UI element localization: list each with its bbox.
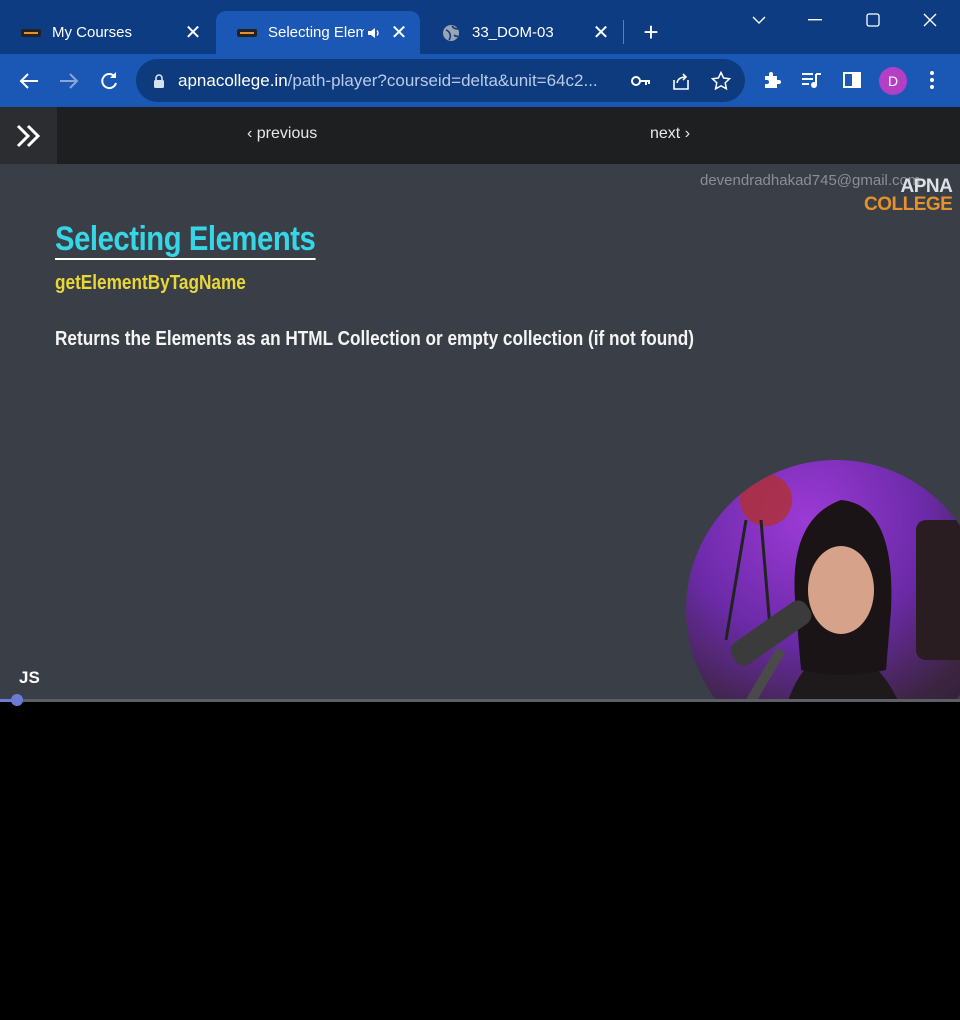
slide-subtitle: getElementByTagName <box>55 272 246 294</box>
reload-button[interactable] <box>94 66 124 96</box>
maximize-button[interactable] <box>844 0 902 40</box>
reload-icon <box>101 72 117 90</box>
tab-dom-03[interactable]: 33_DOM-03 ✕ <box>420 11 622 54</box>
key-icon[interactable] <box>630 70 652 92</box>
close-icon[interactable]: ✕ <box>388 22 410 44</box>
lock-icon[interactable] <box>150 72 168 90</box>
video-player[interactable]: devendradhakad745@gmail.com APNA COLLEGE… <box>0 164 960 702</box>
tab-title: My Courses <box>52 24 133 41</box>
url-path: /path-player?courseid=delta&unit=64c2... <box>287 70 598 90</box>
menu-dots-icon[interactable] <box>919 67 945 93</box>
extensions-icon[interactable] <box>759 67 785 93</box>
tab-separator <box>623 20 624 44</box>
globe-icon <box>440 24 462 41</box>
chevron-right-icon: › <box>684 125 691 142</box>
video-progress-bar[interactable] <box>0 699 960 702</box>
tab-title: Selecting Elem <box>268 24 364 41</box>
chapter-label: JS <box>19 668 40 687</box>
presenter-video <box>686 460 960 702</box>
close-icon[interactable]: ✕ <box>182 22 204 44</box>
back-arrow-icon <box>19 73 38 89</box>
minimize-button[interactable] <box>786 0 844 40</box>
profile-avatar[interactable]: D <box>879 67 907 95</box>
speaker-icon[interactable] <box>364 26 384 40</box>
close-window-button[interactable] <box>901 0 959 40</box>
next-link[interactable]: next › <box>650 125 690 143</box>
player-nav-bar: ‹ previous next › <box>0 107 960 164</box>
forward-arrow-icon <box>60 73 79 89</box>
double-chevron-right-icon <box>16 124 40 147</box>
media-control-icon[interactable] <box>799 67 825 93</box>
url-domain: apnacollege.in <box>178 70 288 90</box>
close-icon[interactable]: ✕ <box>590 22 612 44</box>
forward-button[interactable] <box>54 66 84 96</box>
browser-toolbar: apnacollege.in/path-player?courseid=delt… <box>0 54 960 107</box>
tab-my-courses[interactable]: My Courses ✕ <box>0 11 214 54</box>
chevron-left-icon: ‹ <box>247 125 253 142</box>
url-text[interactable]: apnacollege.in/path-player?courseid=delt… <box>178 71 618 91</box>
tab-search-button[interactable] <box>730 0 788 40</box>
slide-description: Returns the Elements as an HTML Collecti… <box>55 328 695 350</box>
new-tab-button[interactable]: + <box>638 17 664 47</box>
apna-college-logo: APNA COLLEGE <box>864 177 953 215</box>
tab-title: 33_DOM-03 <box>472 24 554 41</box>
sidebar-toggle-button[interactable] <box>0 107 57 164</box>
chevron-down-icon <box>752 16 766 24</box>
tab-selecting-elements[interactable]: Selecting Elem ✕ <box>216 11 420 54</box>
progress-scrubber-handle[interactable] <box>11 694 23 706</box>
presenter-illustration <box>724 474 960 702</box>
college-logo-icon <box>20 25 42 41</box>
star-icon[interactable] <box>710 70 732 92</box>
back-button[interactable] <box>14 66 44 96</box>
logo-text-bottom: COLLEGE <box>864 194 953 215</box>
side-panel-icon[interactable] <box>839 67 865 93</box>
slide-title: Selecting Elements <box>55 220 316 260</box>
next-label: next <box>650 125 681 142</box>
browser-titlebar: My Courses ✕ Selecting Elem ✕ 33_DOM-03 … <box>0 0 960 54</box>
previous-label: previous <box>256 125 318 142</box>
college-logo-icon <box>236 25 258 41</box>
previous-link[interactable]: ‹ previous <box>247 125 317 143</box>
share-icon[interactable] <box>670 70 692 92</box>
address-bar[interactable]: apnacollege.in/path-player?courseid=delt… <box>136 59 745 102</box>
